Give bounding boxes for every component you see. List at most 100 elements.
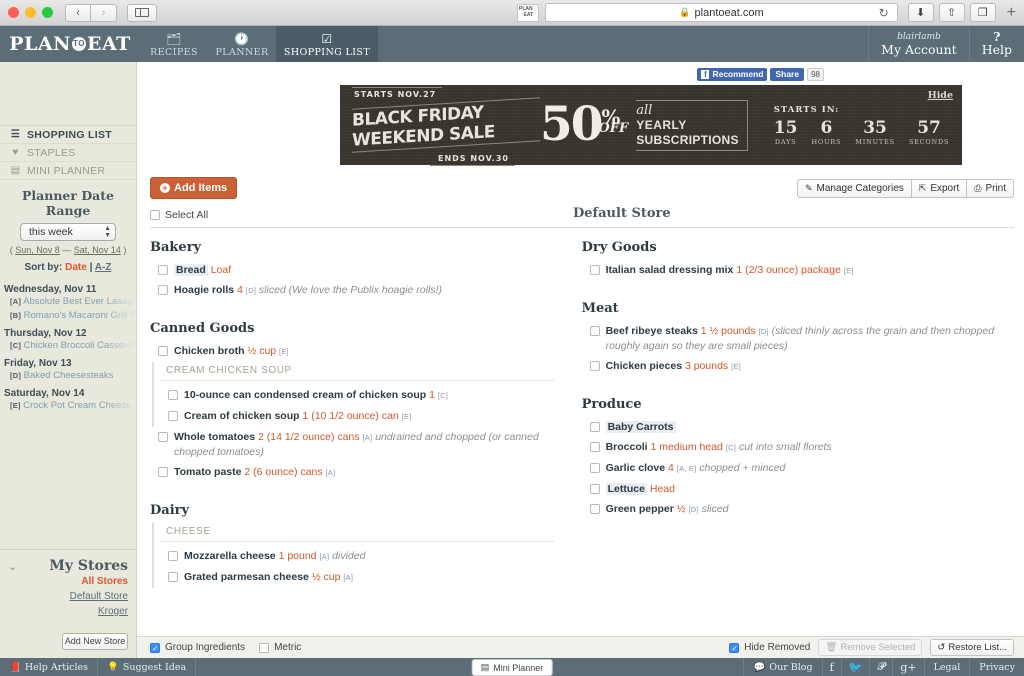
url-bar[interactable]: 🔒 plantoeat.com ↻ (545, 3, 898, 22)
list-item[interactable]: Chicken broth ½ cup [E] (150, 341, 554, 362)
planner-recipe-item[interactable]: [C] Chicken Broccoli Casserole (4, 339, 136, 353)
app-logo[interactable]: PLAN TO EAT (0, 26, 140, 62)
select-all-control[interactable]: Select All (150, 209, 573, 221)
share-icon[interactable]: ⇧ (938, 3, 965, 22)
sort-by-date[interactable]: Date (65, 262, 87, 273)
download-icon[interactable]: ⬇ (907, 3, 934, 22)
group-ingredients-checkbox[interactable] (150, 642, 160, 654)
metric-checkbox[interactable] (259, 642, 270, 653)
list-item[interactable]: Grated parmesan cheese ½ cup [A] (160, 567, 554, 588)
item-checkbox[interactable] (168, 572, 178, 582)
sidebar-item-shopping-list[interactable]: ☰ SHOPPING LIST (0, 126, 136, 144)
nav-tab-planner[interactable]: 🕐 PLANNER (208, 26, 276, 62)
forward-icon[interactable]: › (91, 3, 117, 22)
item-checkbox[interactable] (158, 467, 168, 477)
suggest-idea-button[interactable]: 💡 Suggest Idea (98, 658, 197, 676)
chevron-down-icon[interactable]: ⌄ (8, 560, 17, 573)
list-item[interactable]: 10-ounce can condensed cream of chicken … (160, 385, 554, 406)
facebook-share-button[interactable]: Share (770, 67, 805, 81)
list-item[interactable]: Italian salad dressing mix 1 (2/3 ounce)… (582, 260, 999, 281)
store-item-default-store-link[interactable]: Default Store (70, 591, 128, 602)
planner-recipe-item[interactable]: [E] Crock Pot Cream Cheese C (4, 399, 136, 413)
item-checkbox[interactable] (589, 361, 600, 371)
list-item[interactable]: Bread Loaf (150, 260, 554, 280)
list-item[interactable]: Baby Carrots (582, 417, 999, 437)
tabs-overview-icon[interactable]: ❐ (969, 3, 996, 22)
nav-tab-recipes[interactable]: 🗂 RECIPES (140, 26, 208, 62)
item-checkbox[interactable] (158, 265, 168, 275)
item-checkbox[interactable] (158, 432, 168, 442)
item-checkbox[interactable] (589, 504, 600, 514)
item-checkbox[interactable] (168, 551, 178, 561)
sidebar-item-mini-planner[interactable]: ▤ MINI PLANNER (0, 162, 136, 180)
twitter-icon[interactable]: 🐦 (840, 658, 870, 676)
store-item-default-store[interactable]: Default Store (8, 589, 128, 604)
list-item[interactable]: Mozzarella cheese 1 pound [A] divided (160, 546, 554, 567)
range-end[interactable]: Sat, Nov 14 (74, 245, 121, 255)
item-checkbox[interactable] (589, 265, 600, 275)
item-checkbox[interactable] (158, 346, 168, 356)
item-checkbox[interactable] (589, 422, 600, 432)
legal-link[interactable]: Legal (923, 658, 970, 676)
item-checkbox[interactable] (589, 484, 600, 494)
item-checkbox[interactable] (589, 463, 600, 473)
export-button[interactable]: ⇱ Export (911, 178, 968, 198)
metric-option[interactable]: Metric (259, 642, 301, 653)
hide-banner-link[interactable]: Hide (928, 90, 953, 101)
list-item[interactable]: Lettuce Head (582, 479, 999, 499)
item-checkbox[interactable] (589, 326, 600, 336)
restore-list-button[interactable]: ↺ Restore List... (930, 639, 1014, 656)
our-blog-button[interactable]: 💬 Our Blog (743, 658, 821, 676)
list-item[interactable]: Broccoli 1 medium head [C] cut into smal… (582, 437, 999, 458)
promo-banner[interactable]: Hide STARTS NOV.27 BLACK FRIDAY WEEKEND … (340, 85, 962, 166)
date-range-select[interactable]: this week ▲ ▼ (20, 223, 116, 241)
help-button[interactable]: ? Help (968, 26, 1024, 62)
manage-categories-button[interactable]: ✎ Manage Categories (796, 178, 912, 198)
hide-removed-checkbox[interactable] (729, 642, 740, 654)
hide-removed-option[interactable]: Hide Removed (729, 642, 810, 654)
help-articles-button[interactable]: 📕 Help Articles (0, 658, 99, 676)
sidebar-item-staples[interactable]: ♥ STAPLES (0, 144, 136, 162)
new-tab-icon[interactable]: + (1007, 4, 1016, 22)
nav-tab-shopping-list[interactable]: ☑ SHOPPING LIST (276, 26, 378, 62)
group-ingredients-option[interactable]: Group Ingredients (150, 642, 245, 654)
store-item-kroger-link[interactable]: Kroger (98, 606, 128, 617)
planner-recipe-item[interactable]: [D] Baked Cheesesteaks (4, 369, 136, 383)
select-all-checkbox[interactable] (150, 210, 160, 220)
list-item[interactable]: Hoagie rolls 4 [D] sliced (We love the P… (150, 280, 554, 301)
list-item[interactable]: Tomato paste 2 (6 ounce) cans [A] (150, 462, 554, 483)
list-item[interactable]: Garlic clove 4 [A, E] chopped + minced (582, 458, 999, 479)
maximize-window-button[interactable] (42, 7, 53, 18)
facebook-recommend-button[interactable]: f Recommend (697, 67, 768, 81)
list-item[interactable]: Whole tomatoes 2 (14 1/2 ounce) cans [A]… (150, 427, 554, 462)
privacy-link[interactable]: Privacy (969, 658, 1024, 676)
add-items-button[interactable]: + Add Items (150, 177, 238, 199)
item-checkbox[interactable] (589, 442, 600, 452)
facebook-icon[interactable]: f (821, 658, 841, 676)
mini-planner-button[interactable]: ▤ Mini Planner (471, 659, 553, 676)
add-new-store-button[interactable]: Add New Store (62, 633, 128, 650)
item-checkbox[interactable] (168, 390, 178, 400)
close-window-button[interactable] (8, 7, 19, 18)
item-checkbox[interactable] (158, 285, 168, 295)
remove-selected-button[interactable]: 🗑 Remove Selected (818, 639, 923, 656)
sidebar-toggle-icon[interactable] (127, 3, 157, 22)
range-start[interactable]: Sun, Nov 8 (15, 245, 60, 255)
print-button[interactable]: ⎙ Print (967, 178, 1014, 198)
list-item[interactable]: Cream of chicken soup 1 (10 1/2 ounce) c… (160, 406, 554, 427)
planner-recipe-item[interactable]: [A] Absolute Best Ever Lasagna (4, 295, 136, 309)
list-item[interactable]: Chicken pieces 3 pounds [E] (582, 356, 999, 377)
store-item-all-stores[interactable]: All Stores (8, 574, 128, 589)
planner-recipe-item[interactable]: [B] Romano's Macaroni Grill Ro (4, 309, 136, 323)
reload-icon[interactable]: ↻ (879, 6, 889, 20)
store-item-kroger[interactable]: Kroger (8, 604, 128, 619)
minimize-window-button[interactable] (25, 7, 36, 18)
back-icon[interactable]: ‹ (65, 3, 91, 22)
google-plus-icon[interactable]: g+ (892, 658, 923, 676)
window-traffic-lights[interactable] (8, 7, 53, 18)
my-account-button[interactable]: blairlamb My Account (868, 26, 969, 62)
sort-by-az[interactable]: A-Z (95, 262, 112, 273)
item-checkbox[interactable] (168, 411, 178, 421)
browser-nav-buttons[interactable]: ‹ › (65, 3, 117, 22)
list-item[interactable]: Green pepper ½ [D] sliced (582, 499, 999, 520)
